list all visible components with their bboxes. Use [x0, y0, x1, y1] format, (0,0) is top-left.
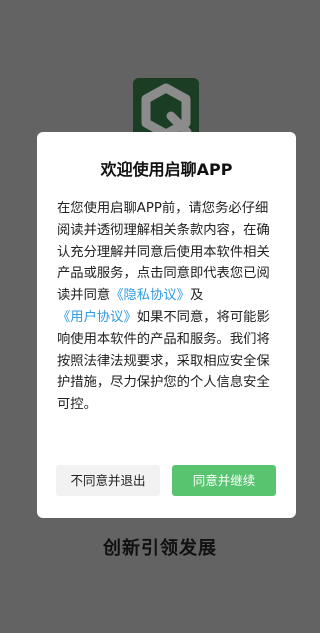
user-agreement-link[interactable]: 《用户协议》 — [57, 310, 137, 325]
dialog-body-text: 在您使用启聊APP前，请您务必仔细阅读并透彻理解相关条款内容，在确认充分理解并同… — [57, 198, 279, 416]
privacy-policy-link[interactable]: 《隐私协议》 — [110, 288, 190, 303]
decline-and-exit-button[interactable]: 不同意并退出 — [56, 465, 160, 496]
body-text-outro: 如果不同意，将可能影响使用本软件的产品和服务。我们将按照法律法规要求，采取相应安… — [57, 309, 270, 413]
privacy-consent-dialog: 欢迎使用启聊APP 在您使用启聊APP前，请您务必仔细阅读并透彻理解相关条款内容… — [37, 132, 296, 518]
splash-tagline: 创新引领发展 — [103, 538, 217, 559]
body-text-conjunction: 及 — [189, 288, 204, 304]
agree-and-continue-button[interactable]: 同意并继续 — [172, 465, 276, 496]
dialog-title: 欢迎使用启聊APP — [100, 160, 233, 179]
